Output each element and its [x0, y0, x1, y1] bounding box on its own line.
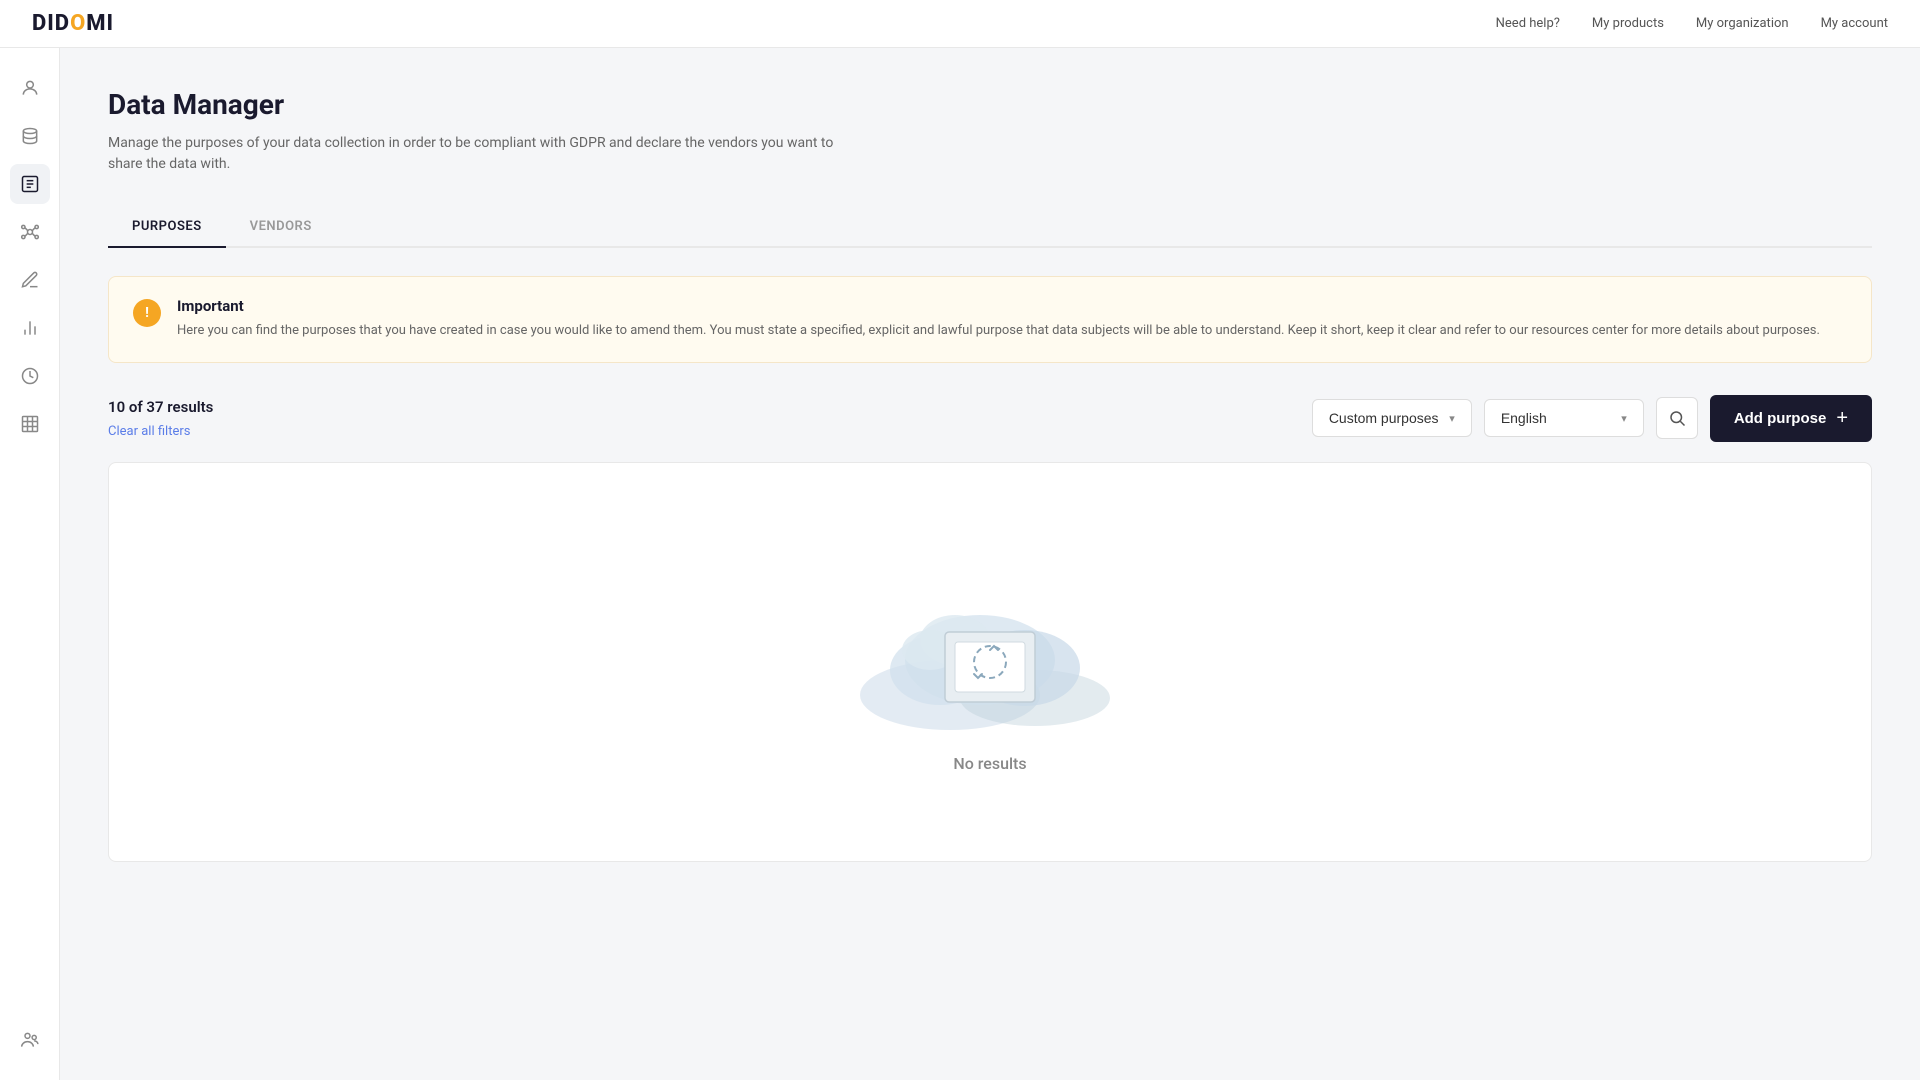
- tabs: PURPOSES VENDORS: [108, 207, 1872, 248]
- need-help-link[interactable]: Need help?: [1496, 16, 1560, 31]
- results-count: 10 of 37 results: [108, 398, 1312, 416]
- empty-state-illustration: [850, 550, 1130, 730]
- sidebar-icon-clock[interactable]: [10, 356, 50, 396]
- empty-illustration: [850, 550, 1130, 730]
- sidebar-icon-list[interactable]: [10, 164, 50, 204]
- sidebar: [0, 48, 60, 1080]
- results-info: 10 of 37 results Clear all filters: [108, 398, 1312, 439]
- sidebar-icon-chart[interactable]: [10, 308, 50, 348]
- add-purpose-label: Add purpose: [1734, 410, 1827, 427]
- sidebar-icon-network[interactable]: [10, 212, 50, 252]
- no-results-text: No results: [953, 754, 1026, 773]
- sidebar-icon-edit[interactable]: [10, 260, 50, 300]
- my-account-link[interactable]: My account: [1821, 16, 1888, 31]
- chevron-down-icon: ▾: [1449, 412, 1455, 425]
- layout: Data Manager Manage the purposes of your…: [0, 0, 1920, 1080]
- nav-links: Need help? My products My organization M…: [1496, 16, 1888, 31]
- language-btn[interactable]: English ▾: [1484, 399, 1644, 437]
- my-products-link[interactable]: My products: [1592, 16, 1664, 31]
- my-organization-link[interactable]: My organization: [1696, 16, 1789, 31]
- custom-purposes-label: Custom purposes: [1329, 410, 1439, 426]
- clear-filters-link[interactable]: Clear all filters: [108, 424, 190, 439]
- logo: DIDOMI: [32, 11, 114, 36]
- sidebar-icon-building[interactable]: [10, 404, 50, 444]
- alert-text: Here you can find the purposes that you …: [177, 321, 1820, 342]
- page-title: Data Manager: [108, 88, 1872, 121]
- search-button[interactable]: [1656, 397, 1698, 439]
- add-purpose-button[interactable]: Add purpose +: [1710, 395, 1872, 442]
- alert-title: Important: [177, 297, 1820, 315]
- chevron-down-icon-lang: ▾: [1621, 412, 1627, 425]
- tab-vendors[interactable]: VENDORS: [226, 207, 336, 248]
- sidebar-icon-group[interactable]: [10, 1020, 50, 1060]
- sidebar-icon-database[interactable]: [10, 116, 50, 156]
- toolbar: 10 of 37 results Clear all filters Custo…: [108, 395, 1872, 442]
- alert-content: Important Here you can find the purposes…: [177, 297, 1820, 342]
- alert-box: ! Important Here you can find the purpos…: [108, 276, 1872, 363]
- page-subtitle: Manage the purposes of your data collect…: [108, 133, 848, 175]
- custom-purposes-dropdown: Custom purposes ▾: [1312, 399, 1472, 437]
- content-area: No results: [108, 462, 1872, 862]
- alert-icon: !: [133, 299, 161, 327]
- plus-icon: +: [1836, 407, 1848, 430]
- language-label: English: [1501, 410, 1547, 426]
- sidebar-icon-user[interactable]: [10, 68, 50, 108]
- main-content: Data Manager Manage the purposes of your…: [60, 48, 1920, 1080]
- toolbar-right: Custom purposes ▾ English ▾: [1312, 395, 1872, 442]
- language-dropdown: English ▾: [1484, 399, 1644, 437]
- custom-purposes-btn[interactable]: Custom purposes ▾: [1312, 399, 1472, 437]
- top-nav: DIDOMI Need help? My products My organiz…: [0, 0, 1920, 48]
- tab-purposes[interactable]: PURPOSES: [108, 207, 226, 248]
- search-icon: [1668, 409, 1686, 427]
